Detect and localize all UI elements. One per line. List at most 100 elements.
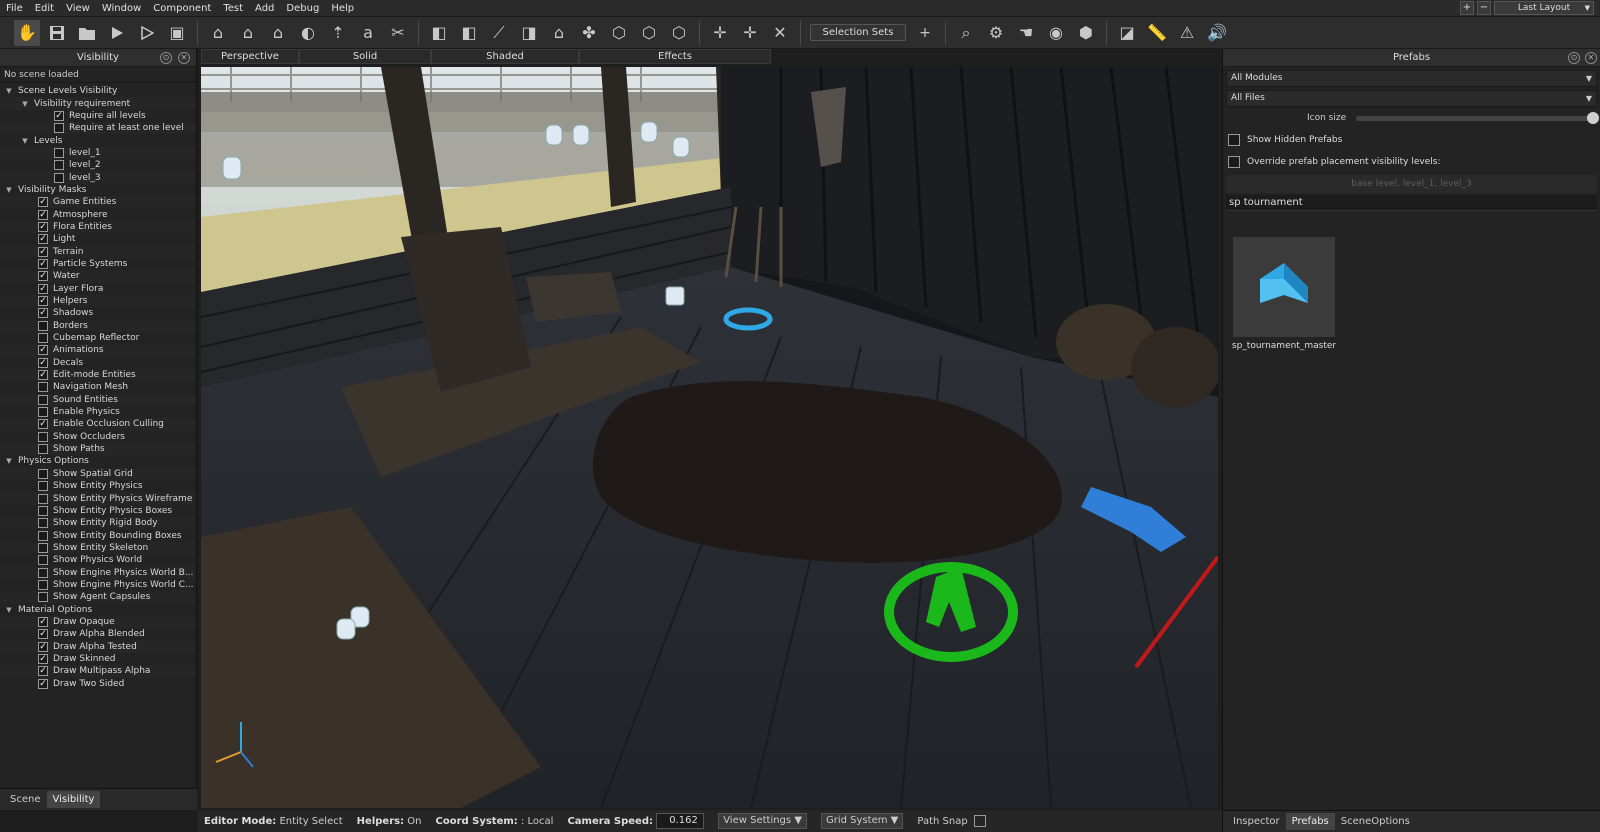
visibility-checkbox[interactable] bbox=[38, 394, 48, 405]
lock-icon[interactable]: ▣ bbox=[164, 20, 190, 46]
expand-arrow-icon[interactable]: ▼ bbox=[4, 186, 14, 194]
hand-icon[interactable]: ☚ bbox=[1013, 20, 1039, 46]
tree-checkbox-row[interactable]: level_1 bbox=[0, 146, 196, 160]
play-icon[interactable] bbox=[104, 20, 130, 46]
menu-edit[interactable]: Edit bbox=[29, 0, 60, 17]
tree-checkbox-row[interactable]: ✓ Draw Alpha Tested bbox=[0, 640, 196, 653]
tree-group-row[interactable]: ▼ Scene Levels Visibility bbox=[0, 85, 196, 97]
visibility-checkbox[interactable] bbox=[38, 444, 48, 455]
cube-outline-icon[interactable]: ⬡ bbox=[636, 20, 662, 46]
visibility-checkbox[interactable]: ✓ bbox=[38, 653, 48, 664]
tree-checkbox-row[interactable]: Show Engine Physics World C... bbox=[0, 579, 196, 591]
files-dropdown[interactable]: All Files ▼ bbox=[1226, 90, 1597, 107]
mask-icon[interactable]: ◐ bbox=[295, 20, 321, 46]
show-hidden-prefabs-checkbox[interactable] bbox=[1228, 134, 1240, 146]
tree-checkbox-row[interactable]: ✓ Game Entities bbox=[0, 196, 196, 209]
cube-wire-icon[interactable]: ⬡ bbox=[606, 20, 632, 46]
path-snap-checkbox[interactable] bbox=[973, 815, 986, 827]
ruler-icon[interactable]: 📏 bbox=[1144, 20, 1170, 46]
override-visibility-checkbox[interactable] bbox=[1228, 156, 1240, 168]
expand-arrow-icon[interactable]: ▼ bbox=[20, 100, 30, 108]
tree-checkbox-row[interactable]: ✓ Light bbox=[0, 233, 196, 245]
rotate-icon[interactable]: ✛ bbox=[737, 20, 763, 46]
house-icon[interactable]: ⌂ bbox=[205, 20, 231, 46]
visibility-checkbox[interactable]: ✓ bbox=[38, 246, 48, 257]
visibility-checkbox[interactable]: ✓ bbox=[38, 678, 48, 689]
menu-component[interactable]: Component bbox=[147, 0, 217, 17]
visibility-checkbox[interactable] bbox=[38, 555, 48, 566]
tree-checkbox-row[interactable]: Borders bbox=[0, 319, 196, 332]
tree-checkbox-row[interactable]: level_2 bbox=[0, 159, 196, 171]
visibility-checkbox[interactable] bbox=[54, 172, 64, 183]
tree-group-row[interactable]: ▼ Visibility Masks bbox=[0, 184, 196, 196]
visibility-checkbox[interactable]: ✓ bbox=[38, 258, 48, 269]
tab-perspective[interactable]: Perspective bbox=[201, 49, 299, 64]
cube-snap-icon[interactable]: ⬡ bbox=[666, 20, 692, 46]
tree-checkbox-row[interactable]: ✓ Flora Entities bbox=[0, 220, 196, 234]
tree-checkbox-row[interactable]: Cubemap Reflector bbox=[0, 332, 196, 344]
tree-group-row[interactable]: ▼ Physics Options bbox=[0, 455, 196, 467]
inspect-icon[interactable]: ⌕ bbox=[953, 20, 979, 46]
menu-file[interactable]: File bbox=[0, 0, 29, 17]
tree-checkbox-row[interactable]: ✓ Draw Skinned bbox=[0, 653, 196, 665]
play-outline-icon[interactable] bbox=[134, 20, 160, 46]
house-add-icon[interactable]: ⌂ bbox=[235, 20, 261, 46]
text-icon[interactable]: a bbox=[355, 20, 381, 46]
house-grid-icon[interactable]: ⌂ bbox=[546, 20, 572, 46]
panel-settings-icon[interactable]: ⊙ bbox=[1568, 52, 1580, 64]
expand-arrow-icon[interactable]: ▼ bbox=[4, 606, 14, 614]
tree-checkbox-row[interactable]: ✓ Edit-mode Entities bbox=[0, 368, 196, 382]
tab-scene-options[interactable]: SceneOptions bbox=[1335, 813, 1416, 830]
cube-icon[interactable]: ◧ bbox=[426, 20, 452, 46]
tab-scene[interactable]: Scene bbox=[4, 791, 47, 808]
tree-checkbox-row[interactable]: Show Entity Rigid Body bbox=[0, 517, 196, 530]
slider-knob[interactable] bbox=[1587, 111, 1600, 124]
visibility-checkbox[interactable] bbox=[38, 431, 48, 442]
visibility-checkbox[interactable]: ✓ bbox=[38, 345, 48, 356]
tree-checkbox-row[interactable]: Show Spatial Grid bbox=[0, 467, 196, 480]
visibility-checkbox[interactable]: ✓ bbox=[38, 308, 48, 319]
tree-checkbox-row[interactable]: Show Agent Capsules bbox=[0, 591, 196, 604]
arrow-up-icon[interactable]: ⇡ bbox=[325, 20, 351, 46]
visibility-checkbox[interactable]: ✓ bbox=[38, 641, 48, 652]
tree-checkbox-row[interactable]: Show Entity Physics bbox=[0, 480, 196, 492]
expand-arrow-icon[interactable]: ▼ bbox=[4, 87, 14, 95]
puzzle-icon[interactable]: ✤ bbox=[576, 20, 602, 46]
axis-icon[interactable]: ⟋ bbox=[486, 20, 512, 46]
visibility-checkbox[interactable] bbox=[38, 592, 48, 603]
open-folder-icon[interactable] bbox=[74, 20, 100, 46]
tree-group-row[interactable]: ▼ Visibility requirement bbox=[0, 97, 196, 110]
visibility-checkbox[interactable] bbox=[38, 407, 48, 418]
tree-checkbox-row[interactable]: ✓ Draw Alpha Blended bbox=[0, 628, 196, 640]
visibility-checkbox[interactable] bbox=[38, 542, 48, 553]
prefab-search-input[interactable]: sp tournament bbox=[1226, 195, 1597, 211]
cut-icon[interactable]: ✂ bbox=[385, 20, 411, 46]
transform-icon[interactable]: ✛ bbox=[707, 20, 733, 46]
visibility-checkbox[interactable] bbox=[38, 481, 48, 492]
visibility-checkbox[interactable]: ✓ bbox=[38, 283, 48, 294]
tab-shaded[interactable]: Shaded bbox=[431, 49, 579, 64]
tab-inspector[interactable]: Inspector bbox=[1227, 813, 1286, 830]
view-settings-dropdown[interactable]: View Settings ▼ bbox=[718, 813, 808, 829]
tree-checkbox-row[interactable]: ✓ Terrain bbox=[0, 245, 196, 258]
tree-checkbox-row[interactable]: Show Engine Physics World B... bbox=[0, 566, 196, 579]
modules-dropdown[interactable]: All Modules ▼ bbox=[1226, 70, 1597, 87]
visibility-checkbox[interactable] bbox=[38, 468, 48, 479]
override-visibility-row[interactable]: Override prefab placement visibility lev… bbox=[1223, 151, 1600, 173]
menu-view[interactable]: View bbox=[60, 0, 96, 17]
menu-window[interactable]: Window bbox=[96, 0, 147, 17]
tree-checkbox-row[interactable]: ✓ Shadows bbox=[0, 307, 196, 319]
show-hidden-prefabs-row[interactable]: Show Hidden Prefabs bbox=[1223, 129, 1600, 151]
gi-icon[interactable]: ⬢ bbox=[1073, 20, 1099, 46]
tree-checkbox-row[interactable]: ✓ Layer Flora bbox=[0, 283, 196, 295]
tree-checkbox-row[interactable]: ✓ Particle Systems bbox=[0, 258, 196, 270]
visibility-checkbox[interactable] bbox=[38, 579, 48, 590]
visibility-checkbox[interactable]: ✓ bbox=[38, 629, 48, 640]
visibility-checkbox[interactable]: ✓ bbox=[38, 234, 48, 245]
tree-checkbox-row[interactable]: ✓ Atmosphere bbox=[0, 208, 196, 220]
tab-effects[interactable]: Effects bbox=[579, 49, 771, 64]
visibility-checkbox[interactable] bbox=[54, 123, 64, 134]
menu-help[interactable]: Help bbox=[325, 0, 360, 17]
layout-dropdown[interactable]: Last Layout ▼ bbox=[1494, 1, 1594, 15]
close-icon[interactable]: ✕ bbox=[178, 52, 190, 64]
